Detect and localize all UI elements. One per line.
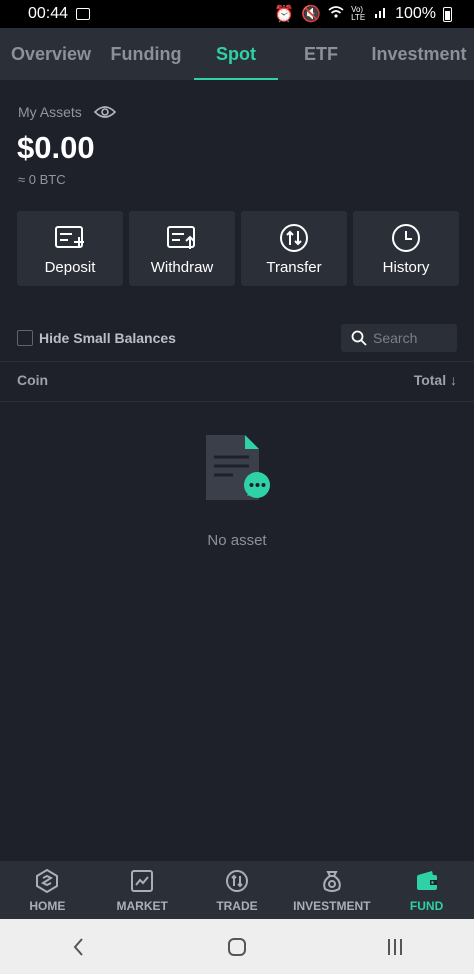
alarm-icon: ⏰: [274, 6, 295, 23]
total-column-header[interactable]: Total ↓: [414, 372, 457, 388]
system-navigation-bar: [0, 919, 474, 974]
history-icon: [392, 224, 420, 252]
home-icon: [36, 869, 59, 893]
tab-etf[interactable]: ETF: [278, 28, 364, 80]
trade-icon: [225, 870, 248, 892]
sort-down-icon: ↓: [450, 372, 457, 388]
gallery-icon: [76, 8, 91, 20]
nav-trade-label: TRADE: [216, 899, 258, 913]
wallet-icon: [416, 871, 437, 890]
withdraw-button[interactable]: Withdraw: [129, 211, 235, 286]
nav-fund-label: FUND: [409, 899, 444, 913]
mute-icon: 🔇: [301, 6, 322, 23]
nav-trade[interactable]: TRADE: [190, 869, 284, 913]
coin-column-header[interactable]: Coin: [17, 372, 48, 388]
total-assets-value: $0.00: [17, 130, 95, 165]
nav-market-label: MARKET: [116, 899, 168, 913]
nav-fund[interactable]: FUND: [380, 869, 474, 913]
tab-overview[interactable]: Overview: [0, 28, 102, 80]
search-input[interactable]: Search: [341, 324, 457, 352]
home-button-icon[interactable]: [225, 935, 249, 959]
eye-icon[interactable]: [93, 105, 116, 119]
hide-small-balances-toggle[interactable]: Hide Small Balances: [17, 330, 176, 346]
withdraw-label: Withdraw: [150, 259, 214, 276]
nav-home[interactable]: HOME: [0, 869, 94, 913]
my-assets-label: My Assets: [18, 104, 82, 120]
transfer-icon: [280, 224, 308, 252]
battery-icon: [443, 6, 452, 22]
transfer-label: Transfer: [266, 259, 322, 276]
empty-document-icon: [206, 435, 270, 500]
search-placeholder: Search: [373, 330, 418, 346]
divider: [0, 361, 474, 362]
nav-home-label: HOME: [29, 899, 66, 913]
tab-spot[interactable]: Spot: [194, 28, 278, 80]
back-icon[interactable]: [67, 935, 91, 959]
total-column-label: Total: [413, 372, 447, 388]
battery-percent: 100%: [395, 5, 436, 22]
volte-icon: Vo) LTE: [351, 5, 366, 22]
hide-small-balances-checkbox[interactable]: [17, 330, 33, 346]
btc-equivalent: ≈ 0 BTC: [18, 172, 66, 187]
nav-investment-label: INVESTMENT: [293, 899, 371, 913]
recent-apps-icon[interactable]: [383, 935, 407, 959]
divider: [0, 401, 474, 402]
tab-funding[interactable]: Funding: [102, 28, 190, 80]
empty-state-text: No asset: [207, 532, 267, 549]
tab-investment[interactable]: Investment: [364, 28, 474, 80]
investment-icon: [322, 871, 341, 892]
deposit-label: Deposit: [44, 259, 96, 276]
my-assets-header: My Assets: [18, 104, 116, 120]
bottom-navigation: HOME MARKET TRADE INVESTMENT FUND: [0, 861, 474, 919]
transfer-button[interactable]: Transfer: [241, 211, 347, 286]
nav-market[interactable]: MARKET: [95, 869, 189, 913]
search-icon: [351, 330, 367, 346]
status-time: 00:44: [28, 5, 69, 22]
filter-row: Hide Small Balances Search: [17, 324, 457, 352]
top-tabs: Overview Funding Spot ETF Investment: [0, 28, 474, 80]
history-label: History: [382, 259, 430, 276]
withdraw-icon: [167, 226, 195, 249]
deposit-icon: [55, 226, 84, 248]
market-icon: [131, 870, 154, 892]
nav-investment[interactable]: INVESTMENT: [285, 869, 379, 913]
deposit-button[interactable]: Deposit: [17, 211, 123, 286]
signal-icon: [374, 5, 388, 24]
action-buttons: Deposit Withdraw Transfer History: [17, 211, 459, 286]
wifi-icon: [328, 5, 344, 24]
history-button[interactable]: History: [353, 211, 459, 286]
table-header: Coin Total ↓: [17, 372, 457, 388]
hide-small-balances-label: Hide Small Balances: [39, 330, 176, 346]
status-bar: 00:44 ⏰ 🔇 Vo) LTE 100%: [0, 0, 474, 28]
